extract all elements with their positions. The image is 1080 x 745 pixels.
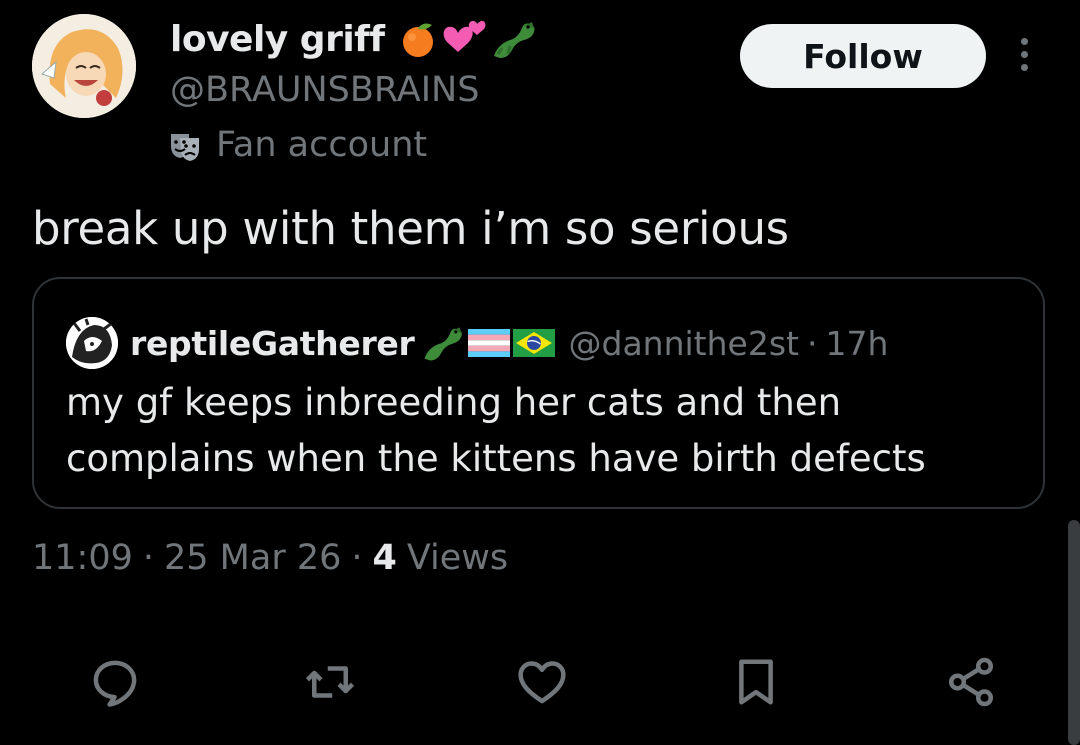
account-label: Fan account [168, 125, 427, 165]
brazil-flag-emoji [512, 329, 555, 357]
like-button[interactable] [515, 655, 569, 709]
tweet-meta: 11:09 · 25 Mar 26 · 4 Views [32, 538, 508, 578]
scrollbar[interactable] [1068, 520, 1080, 745]
crocodile-emoji [424, 327, 462, 361]
author-avatar[interactable] [32, 14, 136, 118]
more-options-button[interactable] [1010, 38, 1038, 78]
author-name-emojis [398, 18, 538, 60]
more-vertical-icon [1020, 38, 1028, 45]
performing-arts-icon [171, 134, 199, 161]
quoted-separator: · [806, 323, 818, 363]
share-icon [948, 657, 994, 707]
meta-separator: · [142, 538, 155, 578]
reply-icon [93, 660, 137, 707]
tweet-time[interactable]: 11:09 [32, 538, 133, 578]
repost-button[interactable] [303, 655, 357, 709]
crocodile-emoji [494, 22, 535, 58]
quoted-tweet-time[interactable]: 17h [825, 324, 888, 363]
reply-button[interactable] [88, 655, 142, 709]
bookmark-button[interactable] [729, 655, 783, 709]
transgender-flag-emoji [467, 329, 510, 357]
quoted-author-name-emojis [419, 323, 555, 363]
repost-icon [305, 666, 355, 698]
views-count[interactable]: 4 [373, 538, 397, 578]
quoted-author-display-name[interactable]: reptileGatherer [130, 324, 415, 363]
two-hearts-emoji [444, 20, 486, 52]
quoted-avatar-image [66, 317, 118, 369]
account-label-text: Fan account [216, 125, 428, 165]
tweet-date[interactable]: 25 Mar 26 [164, 538, 341, 578]
author-name-row: lovely griff [170, 18, 538, 60]
quoted-author-avatar[interactable] [66, 317, 118, 369]
quoted-tweet-text: my gf keeps inbreeding her cats and then… [66, 381, 926, 480]
heart-icon [518, 661, 566, 704]
author-display-name[interactable]: lovely griff [170, 19, 385, 60]
avatar-image [32, 14, 136, 118]
share-button[interactable] [944, 655, 998, 709]
quoted-author-handle[interactable]: @dannithe2st [569, 324, 799, 363]
follow-button[interactable]: Follow [740, 24, 986, 88]
quoted-tweet-header: reptileGatherer @dannithe2st · 17h [66, 317, 888, 369]
bookmark-icon [739, 659, 773, 705]
tweet-text: break up with them i’m so serious [32, 202, 789, 255]
quoted-tweet[interactable]: reptileGatherer @dannithe2st · 17h my gf… [32, 277, 1045, 509]
author-handle[interactable]: @BRAUNSBRAINS [170, 70, 479, 110]
views-label[interactable]: Views [407, 538, 508, 578]
meta-separator: · [351, 538, 363, 578]
tangerine-emoji [403, 23, 434, 57]
